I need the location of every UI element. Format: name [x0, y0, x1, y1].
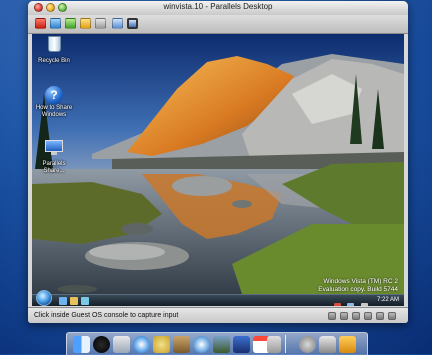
toolbar	[28, 15, 408, 34]
sound-icon[interactable]	[388, 312, 396, 320]
screenshot-icon[interactable]	[95, 18, 106, 29]
desktop-icon-parallels-share[interactable]: Parallels Share...	[32, 140, 76, 175]
network-adapter-icon[interactable]	[364, 312, 372, 320]
desktop-icon-how-to-share[interactable]: ? How to Share Windows	[32, 86, 76, 119]
status-message: Click inside Guest OS console to capture…	[34, 312, 179, 319]
mac-dock	[66, 332, 368, 355]
iphoto-icon[interactable]	[213, 336, 230, 353]
recycle-bin-icon	[47, 36, 61, 52]
vista-wallpaper	[32, 34, 404, 306]
suspend-icon[interactable]	[50, 18, 61, 29]
help-icon: ?	[45, 86, 63, 104]
usb-icon[interactable]	[376, 312, 384, 320]
shared-folder-icon	[45, 140, 63, 155]
ichat-icon[interactable]	[153, 336, 170, 353]
full-screen-icon[interactable]	[127, 18, 138, 29]
guest-os-screen[interactable]: Recycle Bin ? How to Share Windows Paral…	[32, 34, 404, 306]
window-mode-icon[interactable]	[112, 18, 123, 29]
vista-evaluation-watermark: Windows Vista (TM) RC 2 Evaluation copy.…	[318, 278, 398, 294]
dock-separator	[285, 335, 286, 353]
safari-icon[interactable]	[133, 336, 150, 353]
imovie-icon[interactable]	[233, 336, 250, 353]
switch-windows-icon[interactable]	[81, 297, 89, 305]
desktop-icon-label: Parallels Share...	[42, 161, 66, 174]
system-preferences-icon[interactable]	[299, 336, 316, 353]
desktop-icon-label: How to Share Windows	[35, 105, 73, 118]
watermark-line: Evaluation copy. Build 5744	[318, 286, 398, 293]
window-title: winvista.10 - Parallels Desktop	[163, 2, 273, 11]
status-bar: Click inside Guest OS console to capture…	[28, 307, 408, 323]
windows-taskbar: 7:22 AM	[32, 290, 404, 306]
mail-icon[interactable]	[113, 336, 130, 353]
volume-icon[interactable]	[360, 303, 368, 306]
system-tray	[334, 297, 374, 306]
start-button[interactable]	[36, 290, 52, 306]
floppy-icon[interactable]	[328, 312, 336, 320]
desktop-icon-label: Recycle Bin	[38, 58, 70, 64]
hard-disk-icon[interactable]	[352, 312, 360, 320]
cd-icon[interactable]	[340, 312, 348, 320]
watermark-line: Windows Vista (TM) RC 2	[323, 278, 398, 285]
dashboard-icon[interactable]	[93, 336, 110, 353]
stop-icon[interactable]	[35, 18, 46, 29]
title-bar[interactable]: winvista.10 - Parallels Desktop	[28, 1, 408, 16]
preview-icon[interactable]	[267, 336, 281, 353]
ie-icon[interactable]	[59, 297, 67, 305]
show-desktop-icon[interactable]	[70, 297, 78, 305]
taskbar-clock[interactable]: 7:22 AM	[377, 297, 399, 303]
parallels-icon[interactable]	[339, 336, 356, 353]
itunes-icon[interactable]	[193, 336, 210, 353]
address-book-icon[interactable]	[173, 336, 190, 353]
parallels-window: winvista.10 - Parallels Desktop Recycle …	[28, 1, 408, 323]
network-icon[interactable]	[347, 303, 355, 306]
reset-icon[interactable]	[80, 18, 91, 29]
play-icon[interactable]	[65, 18, 76, 29]
trash-icon[interactable]	[319, 336, 336, 353]
security-alert-icon[interactable]	[334, 303, 341, 306]
finder-icon[interactable]	[73, 336, 90, 353]
desktop-icon-recycle-bin[interactable]: Recycle Bin	[32, 36, 76, 65]
